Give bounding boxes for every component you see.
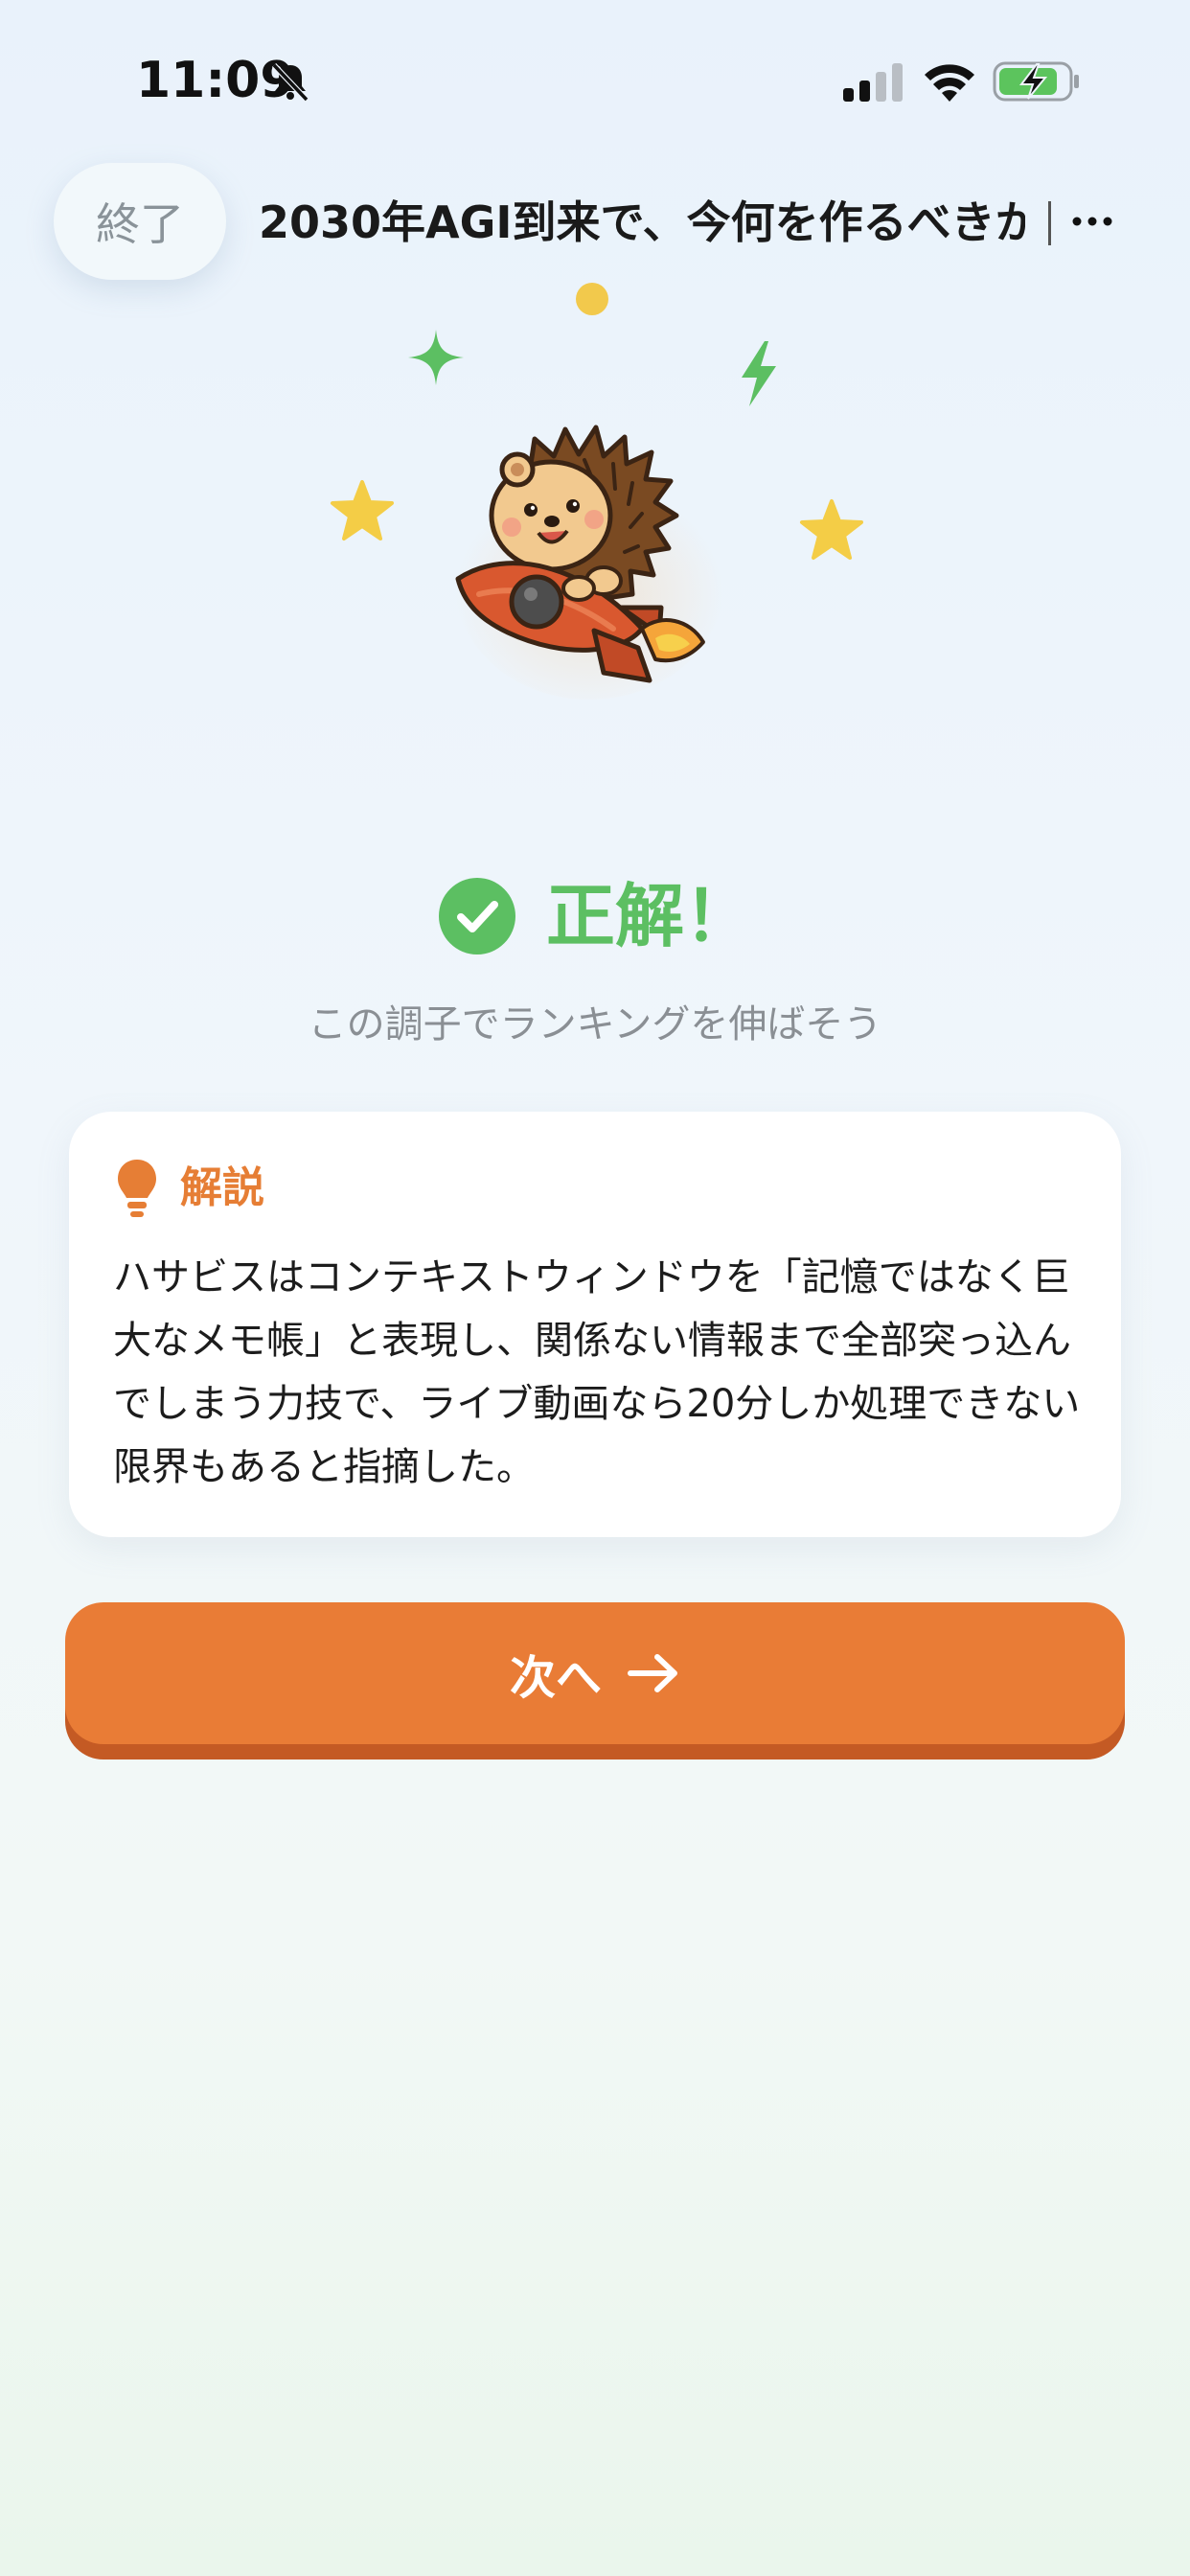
- next-button-label: 次へ: [509, 1651, 602, 1705]
- wifi-icon: [925, 64, 974, 102]
- lesson-title: 2030年AGI到来で、今何を作るべきか: [259, 196, 1025, 248]
- signal-icon: [843, 63, 903, 102]
- lightning-icon: [742, 341, 776, 406]
- explanation-heading: 解説: [180, 1163, 264, 1212]
- result-subtitle: この調子でランキングを伸ばそう: [308, 1002, 882, 1046]
- end-button-label: 終了: [96, 198, 184, 250]
- result-title: 正解！: [546, 876, 754, 956]
- dot-icon: [576, 283, 608, 315]
- end-button[interactable]: 終了: [54, 163, 226, 280]
- lightbulb-icon: [118, 1160, 156, 1217]
- hedgehog-on-rocket-icon: [455, 425, 723, 700]
- check-circle-icon: [439, 878, 515, 954]
- explanation-body: ハサビスはコンテキストウィンドウを「記憶ではなく巨大なメモ帳」と表現し、関係ない…: [113, 1255, 1081, 1489]
- star-icon: [331, 480, 394, 540]
- next-button[interactable]: 次へ: [65, 1602, 1125, 1744]
- star-icon: [800, 499, 863, 560]
- title-divider: [1048, 201, 1051, 245]
- battery-charging-icon: [993, 61, 1079, 102]
- arrow-right-icon: [628, 1654, 677, 1692]
- bell-muted-icon: [271, 62, 309, 103]
- mascot-illustration: [316, 268, 872, 748]
- ellipsis-icon[interactable]: [1071, 207, 1113, 236]
- sparkle-icon: [408, 330, 464, 385]
